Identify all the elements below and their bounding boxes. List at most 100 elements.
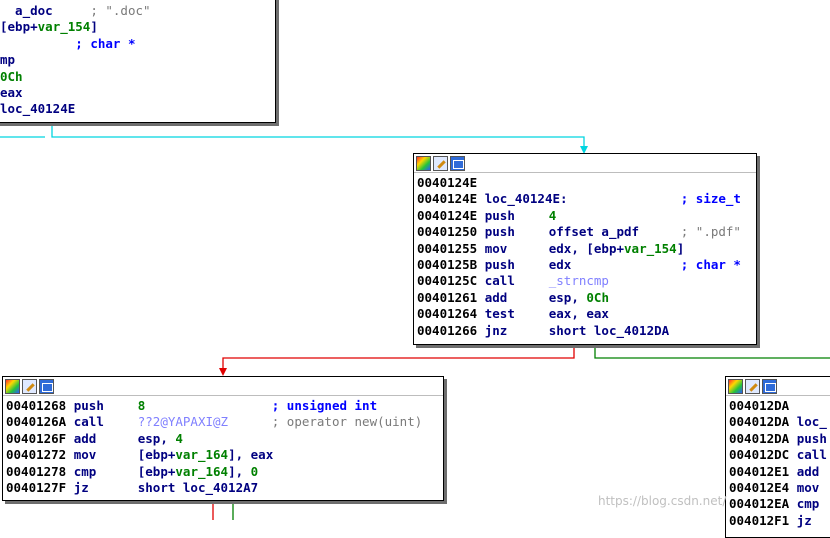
asm-comment: ; ".pdf"	[680, 224, 741, 240]
asm-operand: _strncmp	[548, 273, 609, 289]
asm-mnemonic: cmp	[73, 463, 97, 479]
asm-mnemonic: loc_	[796, 414, 827, 430]
node-graph-icon[interactable]	[450, 155, 465, 171]
asm-line[interactable]: 00401268 push 8 ; unsigned int	[6, 398, 440, 414]
asm-address: 004012DA	[729, 430, 790, 446]
asm-comment: ; size_t	[680, 191, 741, 207]
asm-address: 004012DA	[729, 414, 790, 430]
asm-line[interactable]: 0040127F jz short loc_4012A7	[6, 480, 440, 496]
graph-node-top-left[interactable]: a_doc ; ".doc" [ebp+var_154] ; char * mp 0C…	[0, 0, 276, 123]
asm-operand: mp	[0, 52, 16, 68]
asm-line[interactable]: 0040126F add esp, 4	[6, 431, 440, 447]
asm-mnemonic: push	[484, 224, 515, 240]
asm-line[interactable]: 00401250 push offset a_pdf ; ".pdf"	[417, 224, 753, 240]
asm-operand: [ebp+var_164], 0	[137, 463, 259, 479]
asm-address: 0040124E	[417, 191, 478, 207]
asm-line[interactable]: 0040124E	[417, 175, 753, 191]
asm-operand: a_doc	[0, 3, 53, 18]
edge-top-to-center	[51, 123, 585, 150]
asm-line[interactable]: 004012EA cmp	[729, 496, 830, 512]
asm-comment: ; char *	[75, 35, 136, 51]
asm-line[interactable]: 00401278 cmp [ebp+var_164], 0	[6, 464, 440, 480]
asm-mnemonic: push	[484, 256, 515, 272]
asm-line[interactable]: a_doc ; ".doc"	[0, 3, 272, 19]
asm-mnemonic: add	[484, 289, 508, 305]
asm-line[interactable]: loc_40124E	[0, 101, 272, 117]
asm-operand: esp, 0Ch	[548, 289, 609, 305]
asm-operand: edx, [ebp+var_154]	[548, 240, 685, 256]
asm-operand: 4	[548, 207, 557, 223]
graph-node-loc-4012DA[interactable]: 004012DA 004012DA loc_ 004012DA push 00401…	[725, 376, 830, 538]
asm-line[interactable]: 004012DA loc_	[729, 414, 830, 430]
asm-operand: offset a_pdf	[548, 224, 640, 240]
asm-line[interactable]: 004012E1 add	[729, 464, 830, 480]
asm-line[interactable]: 004012E4 mov	[729, 480, 830, 496]
asm-address: 0040126A	[6, 414, 67, 430]
asm-line[interactable]: 004012DA push	[729, 431, 830, 447]
asm-line[interactable]: 0040124E loc_40124E: ; size_t	[417, 191, 753, 207]
node-color-icon[interactable]	[728, 378, 743, 394]
asm-mnemonic: call	[73, 414, 104, 430]
asm-line[interactable]: 0040125C call _strncmp	[417, 273, 753, 289]
asm-label: loc_40124E:	[484, 191, 568, 207]
asm-mnemonic: call	[796, 447, 827, 463]
asm-operand: esp, 4	[137, 430, 183, 446]
asm-mnemonic: add	[73, 430, 97, 446]
asm-address: 0040124E	[417, 207, 478, 223]
asm-operand: [ebp+var_154]	[0, 19, 98, 35]
asm-operand: short loc_4012DA	[548, 322, 670, 338]
asm-line[interactable]: 0040124E push 4	[417, 208, 753, 224]
node-rename-icon[interactable]	[22, 378, 37, 394]
asm-line[interactable]: mp	[0, 52, 272, 68]
graph-node-loc-40124E[interactable]: 0040124E 0040124E loc_40124E:; size_t 004…	[413, 153, 757, 345]
asm-line[interactable]: 0040125B push edx ; char *	[417, 257, 753, 273]
asm-address: 00401255	[417, 240, 478, 256]
asm-comment: ; unsigned int	[271, 398, 378, 413]
asm-address: 0040124E	[417, 175, 478, 190]
node-color-icon[interactable]	[416, 155, 431, 171]
asm-address: 004012EA	[729, 496, 790, 512]
node-graph-icon[interactable]	[39, 378, 54, 394]
node-color-icon[interactable]	[5, 378, 20, 394]
asm-mnemonic: push	[796, 430, 827, 446]
asm-line[interactable]: 0Ch	[0, 69, 272, 85]
asm-line[interactable]: 00401264 test eax, eax	[417, 306, 753, 322]
asm-mnemonic: jz	[796, 512, 812, 528]
node-header	[414, 154, 756, 173]
asm-comment: ; ".doc"	[90, 3, 151, 18]
asm-mnemonic: jnz	[484, 322, 508, 338]
asm-address: 004012E1	[729, 463, 790, 479]
asm-line[interactable]: 0040126A call ??2@YAPAXI@Z ; operator new(…	[6, 414, 440, 430]
asm-address: 00401264	[417, 306, 478, 322]
graph-node-00401268[interactable]: 00401268 push 8; unsigned int 0040126A cal…	[2, 376, 444, 501]
asm-operand: eax	[0, 84, 23, 100]
asm-address: 0040125C	[417, 273, 478, 289]
asm-comment: ; char *	[680, 256, 741, 272]
edge-center-to-bottom-right	[594, 344, 830, 359]
asm-operand: [ebp+var_164], eax	[137, 447, 274, 463]
asm-address: 004012DA	[729, 398, 790, 413]
asm-operand: eax, eax	[548, 306, 609, 322]
asm-line[interactable]: ; char *	[0, 36, 272, 52]
asm-mnemonic: push	[73, 398, 104, 413]
asm-line[interactable]: eax	[0, 85, 272, 101]
asm-line[interactable]: 004012DA	[729, 398, 830, 414]
node-rename-icon[interactable]	[745, 378, 760, 394]
asm-line[interactable]: 004012DC call	[729, 447, 830, 463]
asm-operand: ??2@YAPAXI@Z	[137, 414, 229, 430]
asm-line[interactable]: 00401261 add esp, 0Ch	[417, 290, 753, 306]
asm-line[interactable]: 00401266 jnz short loc_4012DA	[417, 323, 753, 339]
asm-line[interactable]: [ebp+var_154]	[0, 19, 272, 35]
asm-address: 004012DC	[729, 447, 790, 463]
asm-address: 0040126F	[6, 430, 67, 446]
asm-line[interactable]: 004012F1 jz	[729, 513, 830, 529]
asm-address: 00401268	[6, 398, 67, 413]
asm-line[interactable]: 00401255 mov edx, [ebp+var_154]	[417, 241, 753, 257]
asm-mnemonic: cmp	[796, 496, 820, 512]
asm-address: 00401250	[417, 224, 478, 240]
node-graph-icon[interactable]	[762, 378, 777, 394]
asm-mnemonic: mov	[73, 447, 97, 463]
asm-mnemonic: call	[484, 273, 515, 289]
asm-line[interactable]: 00401272 mov [ebp+var_164], eax	[6, 447, 440, 463]
node-rename-icon[interactable]	[433, 155, 448, 171]
